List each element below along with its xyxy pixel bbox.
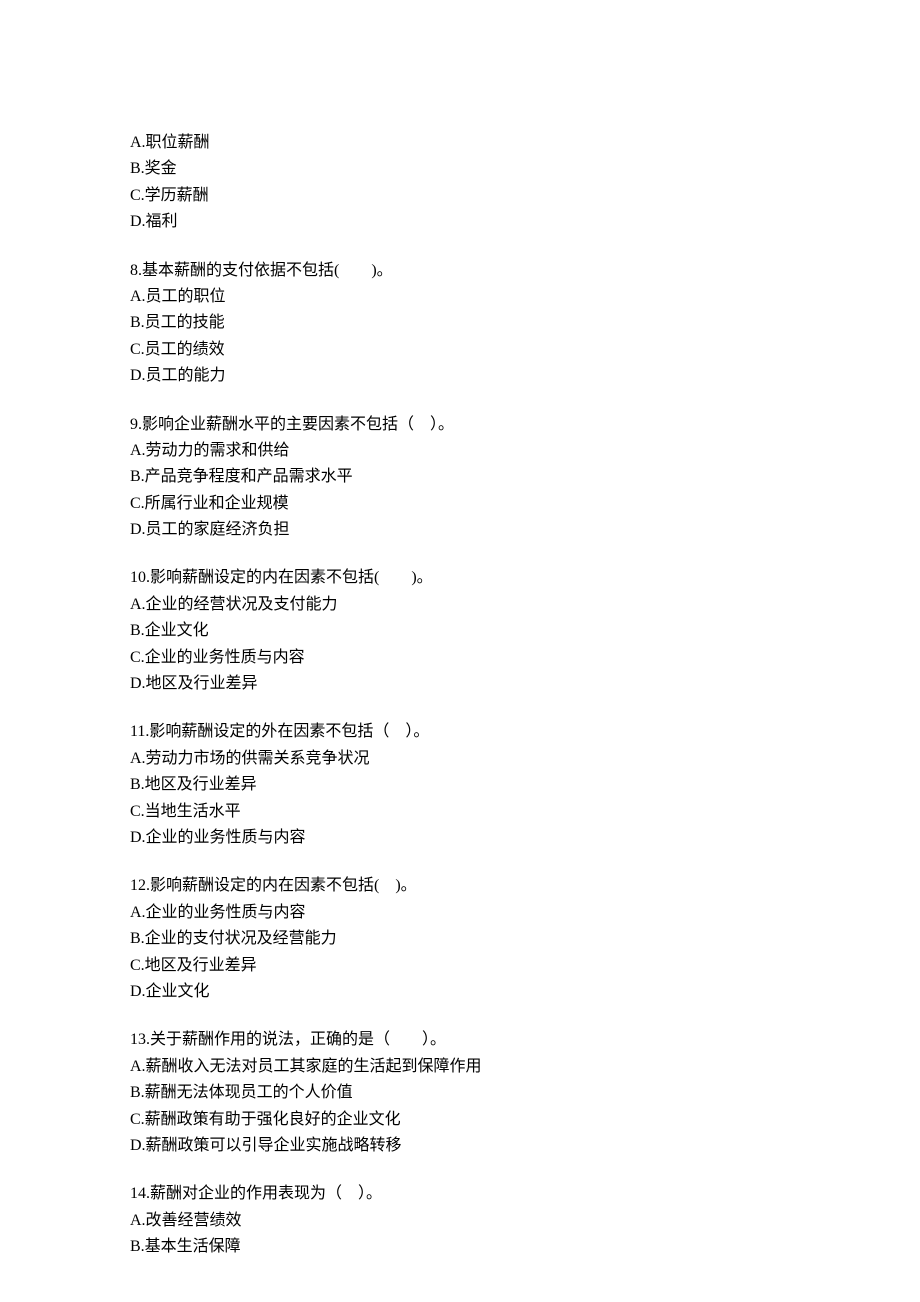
question-text: 8.基本薪酬的支付依据不包括( )。 — [130, 258, 790, 284]
option-text: C.所属行业和企业规模 — [130, 491, 790, 517]
option-text: B.薪酬无法体现员工的个人价值 — [130, 1080, 790, 1106]
question-8: 8.基本薪酬的支付依据不包括( )。 A.员工的职位 B.员工的技能 C.员工的… — [130, 258, 790, 390]
option-text: A.企业的业务性质与内容 — [130, 900, 790, 926]
question-text: 10.影响薪酬设定的内在因素不包括( )。 — [130, 565, 790, 591]
option-text: C.当地生活水平 — [130, 799, 790, 825]
option-text: C.员工的绩效 — [130, 337, 790, 363]
option-text: B.基本生活保障 — [130, 1234, 790, 1260]
option-text: C.地区及行业差异 — [130, 953, 790, 979]
question-14: 14.薪酬对企业的作用表现为（ ）。 A.改善经营绩效 B.基本生活保障 — [130, 1181, 790, 1260]
option-text: D.薪酬政策可以引导企业实施战略转移 — [130, 1133, 790, 1159]
option-text: D.员工的能力 — [130, 363, 790, 389]
option-text: D.地区及行业差异 — [130, 671, 790, 697]
question-text: 11.影响薪酬设定的外在因素不包括（ ）。 — [130, 719, 790, 745]
question-11: 11.影响薪酬设定的外在因素不包括（ ）。 A.劳动力市场的供需关系竞争状况 B… — [130, 719, 790, 851]
question-13: 13.关于薪酬作用的说法，正确的是（ ）。 A.薪酬收入无法对员工其家庭的生活起… — [130, 1027, 790, 1159]
question-text: 13.关于薪酬作用的说法，正确的是（ ）。 — [130, 1027, 790, 1053]
option-text: A.劳动力的需求和供给 — [130, 438, 790, 464]
option-text: B.企业的支付状况及经营能力 — [130, 926, 790, 952]
option-text: A.企业的经营状况及支付能力 — [130, 592, 790, 618]
option-text: B.产品竞争程度和产品需求水平 — [130, 464, 790, 490]
option-text: A.员工的职位 — [130, 284, 790, 310]
option-text: C.薪酬政策有助于强化良好的企业文化 — [130, 1107, 790, 1133]
option-text: B.奖金 — [130, 156, 790, 182]
question-9: 9.影响企业薪酬水平的主要因素不包括（ ）。 A.劳动力的需求和供给 B.产品竞… — [130, 412, 790, 544]
option-text: B.地区及行业差异 — [130, 772, 790, 798]
option-text: A.职位薪酬 — [130, 130, 790, 156]
question-12: 12.影响薪酬设定的内在因素不包括( )。 A.企业的业务性质与内容 B.企业的… — [130, 873, 790, 1005]
option-text: D.企业文化 — [130, 979, 790, 1005]
option-text: A.劳动力市场的供需关系竞争状况 — [130, 746, 790, 772]
question-text: 12.影响薪酬设定的内在因素不包括( )。 — [130, 873, 790, 899]
option-text: D.福利 — [130, 209, 790, 235]
option-text: D.企业的业务性质与内容 — [130, 825, 790, 851]
question-10: 10.影响薪酬设定的内在因素不包括( )。 A.企业的经营状况及支付能力 B.企… — [130, 565, 790, 697]
option-text: A.改善经营绩效 — [130, 1208, 790, 1234]
option-text: B.企业文化 — [130, 618, 790, 644]
option-text: B.员工的技能 — [130, 310, 790, 336]
question-text: 14.薪酬对企业的作用表现为（ ）。 — [130, 1181, 790, 1207]
question-remainder: A.职位薪酬 B.奖金 C.学历薪酬 D.福利 — [130, 130, 790, 236]
option-text: A.薪酬收入无法对员工其家庭的生活起到保障作用 — [130, 1054, 790, 1080]
option-text: D.员工的家庭经济负担 — [130, 517, 790, 543]
option-text: C.企业的业务性质与内容 — [130, 645, 790, 671]
option-text: C.学历薪酬 — [130, 183, 790, 209]
question-text: 9.影响企业薪酬水平的主要因素不包括（ ）。 — [130, 412, 790, 438]
